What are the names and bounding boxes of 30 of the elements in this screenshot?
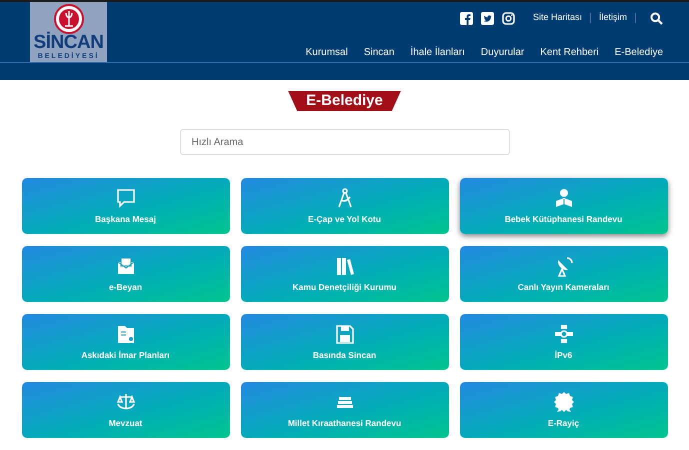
service-tile[interactable]: Askıdaki İmar Planları	[22, 314, 230, 370]
service-tile[interactable]: Mevzuat	[22, 382, 230, 438]
service-tile[interactable]: E-Çap ve Yol Kotu	[240, 178, 448, 234]
nav-link[interactable]: Sincan	[364, 45, 394, 60]
instagram-icon[interactable]	[502, 12, 515, 24]
speech-bubble-icon	[114, 186, 136, 209]
service-tile[interactable]: Bebek Kütüphanesi Randevu	[460, 178, 668, 234]
nav-link[interactable]: Duyurular	[480, 45, 524, 60]
service-tile[interactable]: İPv6	[460, 314, 668, 370]
service-tile[interactable]: Millet Kıraathanesi Randevu	[240, 382, 448, 438]
search-icon[interactable]	[650, 12, 663, 24]
nav-link[interactable]: Kurumsal	[306, 45, 348, 60]
facebook-icon[interactable]	[460, 12, 473, 24]
service-tile[interactable]: Kamu Denetçiliği Kurumu	[240, 246, 448, 302]
top-link[interactable]: Site Haritası	[532, 11, 582, 25]
top-link[interactable]: İletişim	[598, 11, 627, 25]
service-tile[interactable]: Canlı Yayın Kameraları	[460, 246, 668, 302]
service-tile[interactable]: Başkana Mesaj	[22, 178, 230, 234]
service-tile[interactable]: Basında Sincan	[240, 314, 448, 370]
page-title: E-Belediye	[288, 91, 401, 111]
award-badge-icon	[552, 390, 574, 413]
logo-text: SİNCAN	[34, 34, 104, 52]
service-tile[interactable]: E-Rayiç	[460, 382, 668, 438]
service-tile[interactable]: e-Beyan	[22, 246, 230, 302]
search-field[interactable]: Hızlı Arama	[180, 129, 510, 155]
nav-link[interactable]: E-Belediye	[614, 45, 663, 60]
nav-link[interactable]: Kent Rehberi	[540, 45, 599, 60]
nav-link[interactable]: İhale İlanları	[410, 45, 465, 60]
twitter-icon[interactable]	[480, 12, 494, 24]
network-icon	[552, 322, 574, 345]
